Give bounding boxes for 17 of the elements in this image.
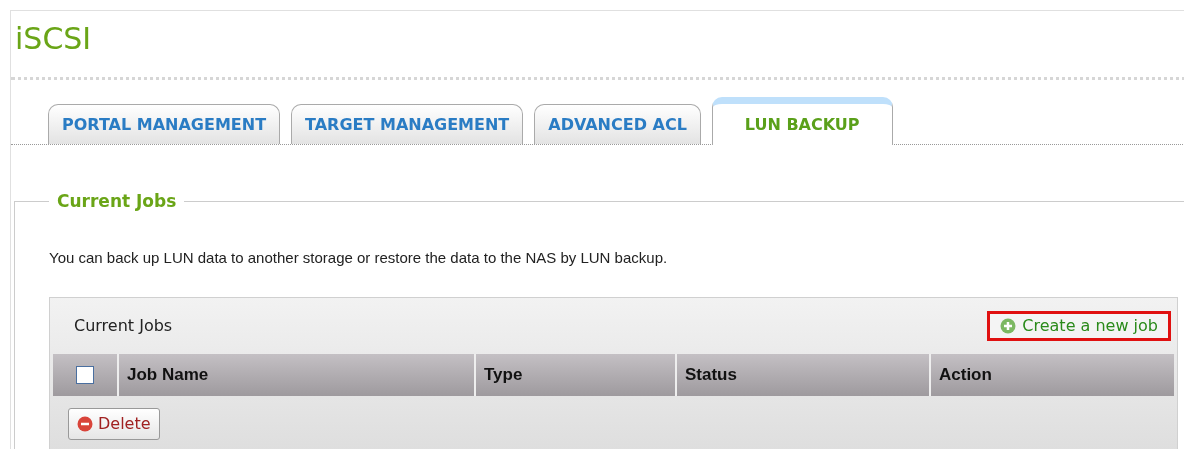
- section-legend: Current Jobs: [49, 191, 185, 211]
- minus-icon: [77, 415, 93, 432]
- column-header: Type: [484, 364, 523, 387]
- delete-button[interactable]: Delete: [68, 407, 160, 440]
- select-all-checkbox[interactable]: [76, 366, 94, 384]
- column-header: Action: [939, 364, 992, 387]
- tab[interactable]: TARGET MANAGEMENT: [291, 104, 524, 144]
- column-header: Status: [685, 364, 737, 387]
- page-title: iSCSI: [15, 21, 92, 57]
- column-header: Job Name: [127, 364, 209, 387]
- tab[interactable]: PORTAL MANAGEMENT: [48, 104, 281, 144]
- description-text: You can back up LUN data to another storage or restore the data to the NAS by LUN backup.: [49, 248, 668, 268]
- plus-icon: [1000, 318, 1017, 334]
- create-job-button[interactable]: Create a new job: [987, 311, 1171, 341]
- tab[interactable]: LUN BACKUP: [711, 97, 893, 145]
- table-title: Current Jobs: [74, 315, 173, 337]
- tab[interactable]: ADVANCED ACL: [534, 104, 701, 144]
